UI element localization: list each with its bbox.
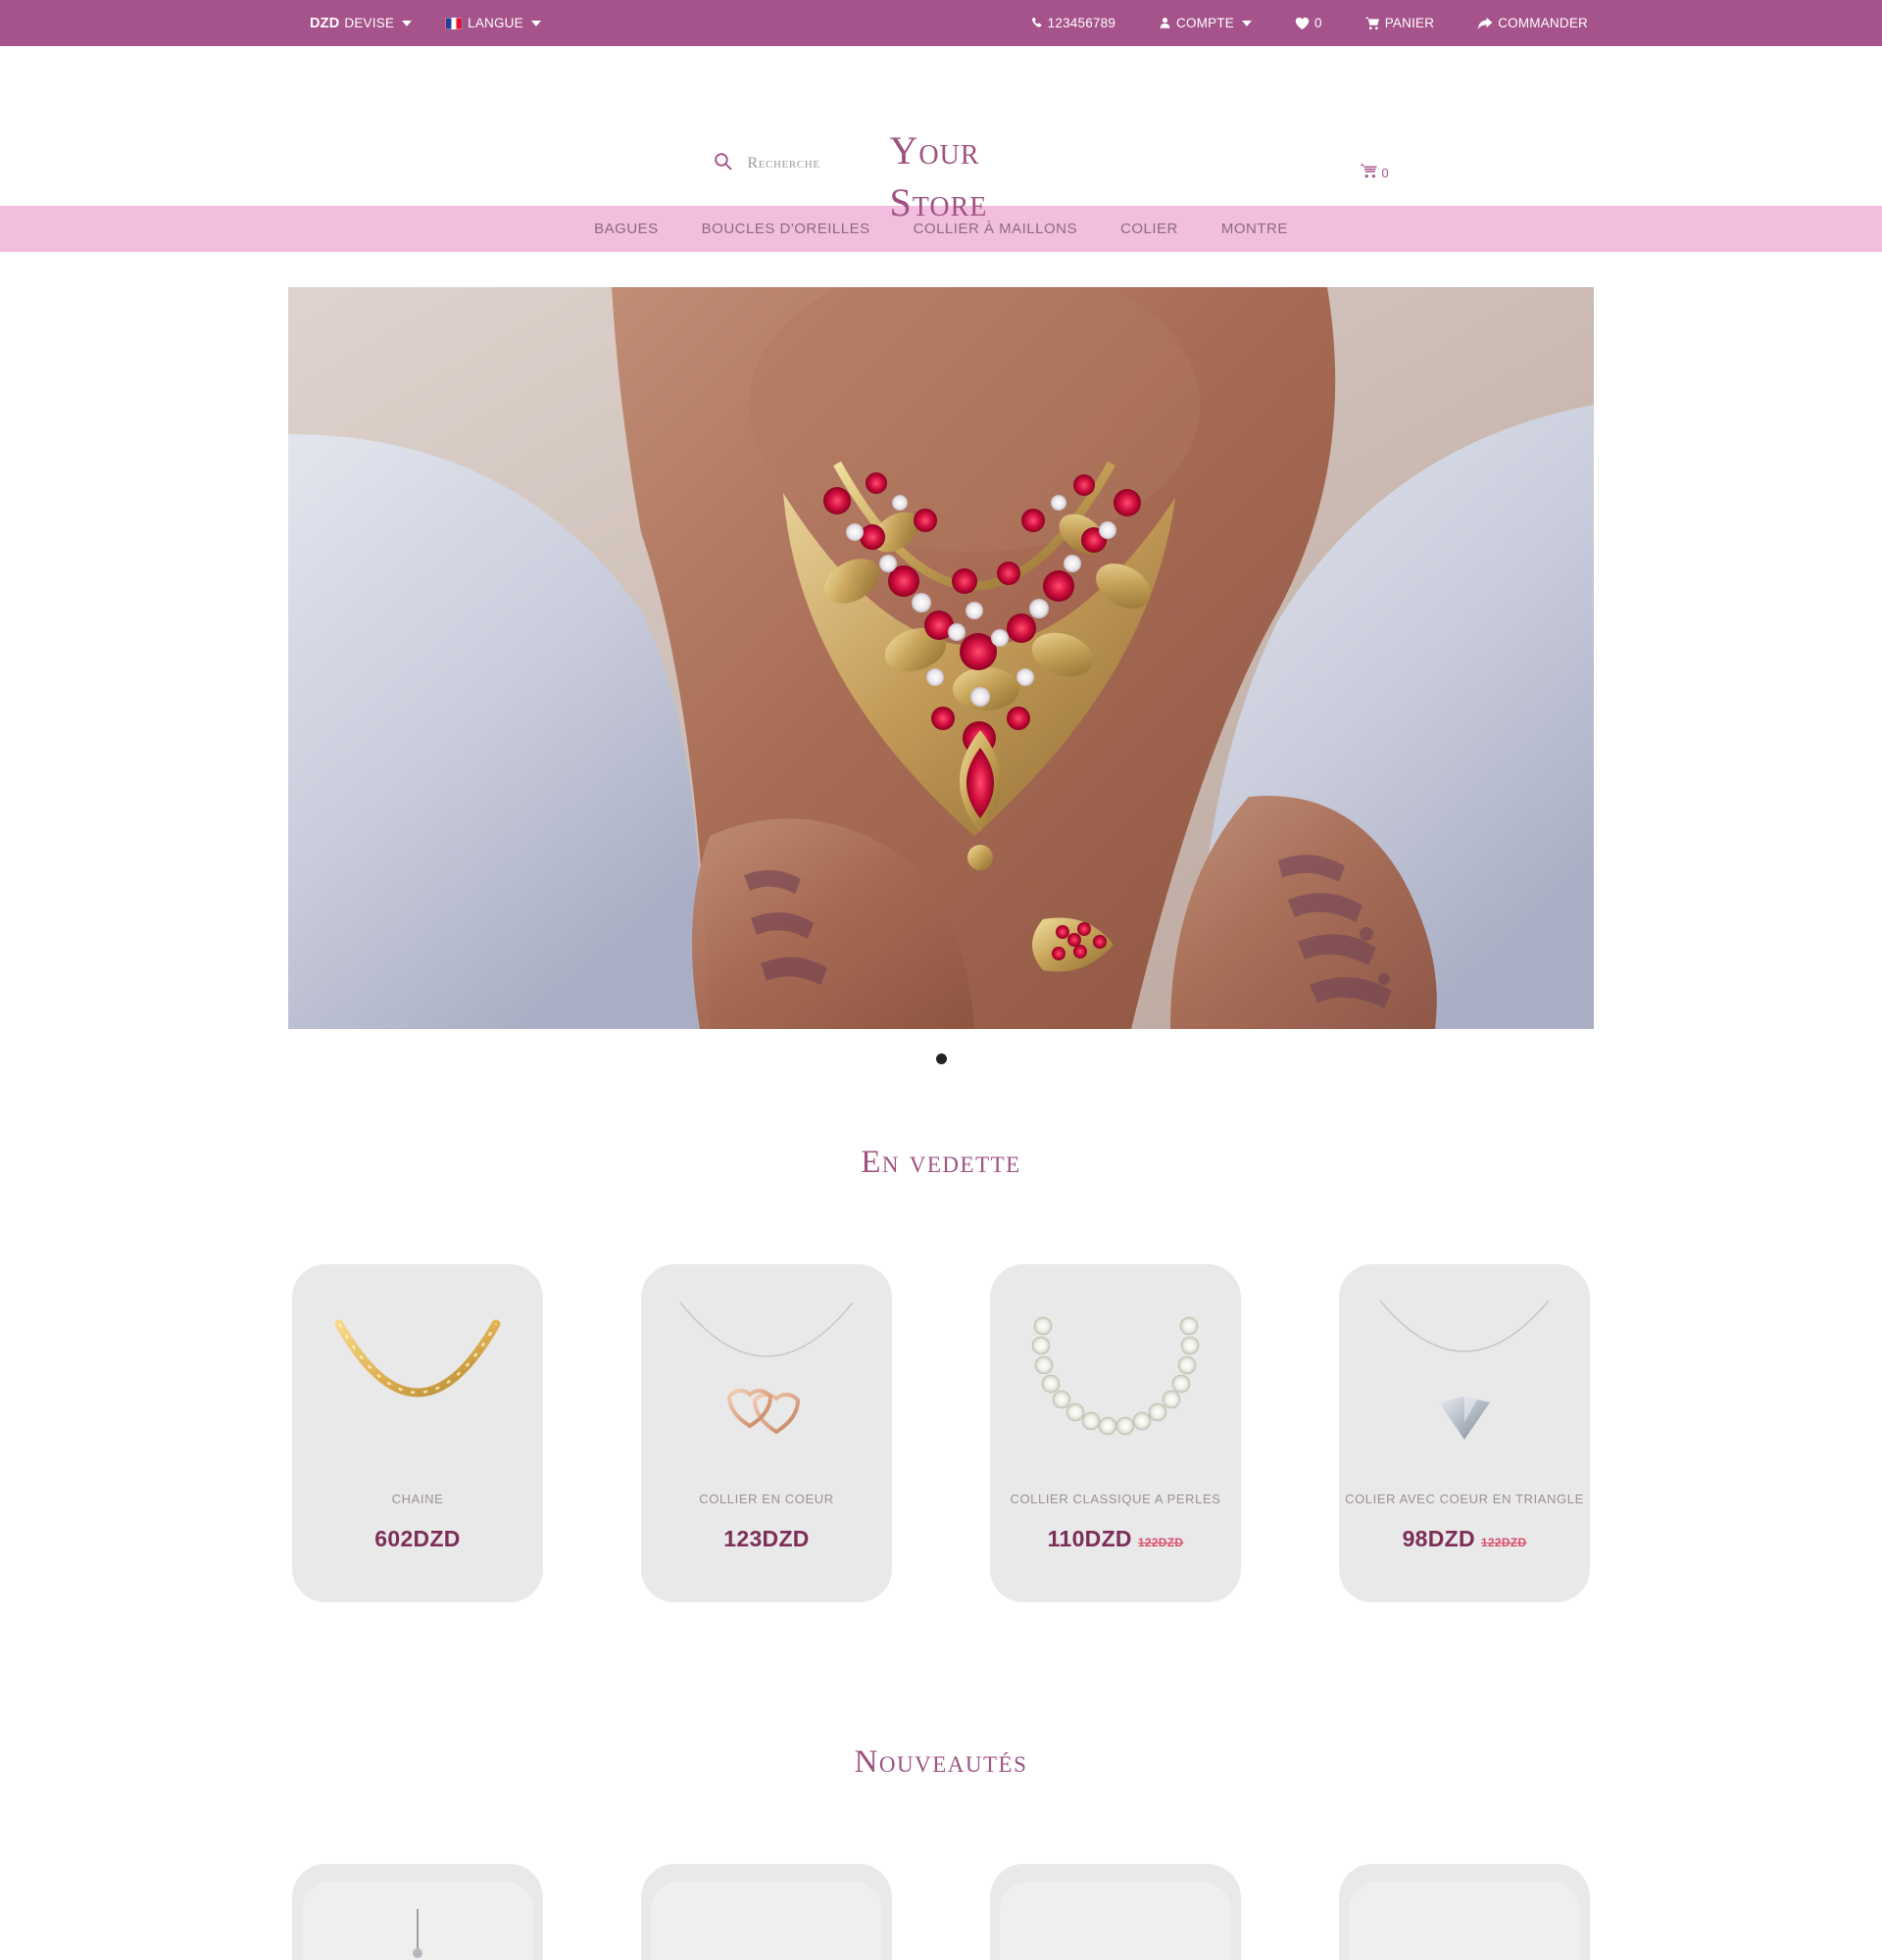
product-card[interactable]: CHAINE 602DZD <box>292 1264 543 1602</box>
logo-line-1: Your <box>889 128 980 172</box>
nav-item-montre[interactable]: MONTRE <box>1200 220 1310 237</box>
cart-link[interactable]: PANIER <box>1365 16 1434 30</box>
nav-item-colier[interactable]: COLIER <box>1099 220 1200 237</box>
product-card[interactable]: COLIER AVEC COEUR EN TRIANGLE 98DZD 122D… <box>1339 1264 1590 1602</box>
search-input[interactable] <box>747 155 826 172</box>
product-name: COLLIER CLASSIQUE A PERLES <box>1010 1492 1221 1506</box>
wishlist-count: 0 <box>1314 16 1322 30</box>
hero-carousel-section <box>0 252 1882 1064</box>
product-name: CHAINE <box>391 1492 444 1506</box>
account-menu[interactable]: COMPTE <box>1159 16 1252 30</box>
chevron-down-icon <box>530 20 541 26</box>
currency-label: DEVISE <box>344 16 395 30</box>
header-cart-count: 0 <box>1381 165 1389 180</box>
france-flag-icon <box>445 17 464 29</box>
hero-slide[interactable] <box>288 287 1594 1029</box>
topbar-right-group: 123456789 COMPTE 0 PANIER COMMANDER <box>1030 16 1588 30</box>
pearl-necklace-image <box>990 1264 1241 1492</box>
nav-item-bagues[interactable]: BAGUES <box>572 220 680 237</box>
silver-triangle-heart-necklace-image <box>1339 1264 1590 1492</box>
featured-product-grid: CHAINE 602DZD COLLIER EN COEUR 123DZD CO… <box>0 1264 1882 1602</box>
top-utility-bar: DZD DEVISE LANGUE 123456789 COMPTE 0 PAN… <box>0 0 1882 46</box>
cart-label: PANIER <box>1384 16 1435 30</box>
product-price: 123DZD <box>723 1526 810 1551</box>
cart-icon <box>1365 17 1380 30</box>
phone-link[interactable]: 123456789 <box>1030 16 1115 30</box>
currency-code: DZD <box>310 15 340 31</box>
header-cart-button[interactable]: 0 <box>1360 164 1389 181</box>
product-old-price: 122DZD <box>1480 1536 1527 1549</box>
product-card[interactable] <box>990 1864 1241 1960</box>
carousel-dot-1[interactable] <box>935 1054 947 1064</box>
chevron-down-icon <box>1242 20 1252 26</box>
card-surface <box>1349 1882 1580 1960</box>
product-price-group: 110DZD 122DZD <box>1048 1526 1184 1552</box>
checkout-label: COMMANDER <box>1498 16 1588 30</box>
chevron-down-icon <box>402 20 413 26</box>
rose-gold-double-heart-necklace-image <box>641 1264 892 1492</box>
product-price: 602DZD <box>374 1526 461 1551</box>
share-arrow-icon <box>1477 17 1493 30</box>
heart-icon <box>1295 17 1310 30</box>
product-name: COLIER AVEC COEUR EN TRIANGLE <box>1345 1492 1584 1506</box>
phone-number: 123456789 <box>1047 16 1116 30</box>
product-card[interactable] <box>292 1864 543 1960</box>
featured-section-title: En vedette <box>861 1145 1021 1180</box>
account-label: COMPTE <box>1176 16 1234 30</box>
product-old-price: 122DZD <box>1137 1536 1184 1549</box>
search-icon <box>714 152 732 175</box>
phone-icon <box>1030 17 1043 29</box>
checkout-link[interactable]: COMMANDER <box>1477 16 1588 30</box>
product-card[interactable]: COLLIER EN COEUR 123DZD <box>641 1264 892 1602</box>
product-card[interactable] <box>641 1864 892 1960</box>
featured-section: En vedette CHAINE 602DZD COLLIER EN COEU… <box>0 1145 1882 1602</box>
language-selector[interactable]: LANGUE <box>445 16 541 30</box>
card-surface <box>1000 1882 1231 1960</box>
product-card[interactable] <box>1339 1864 1590 1960</box>
product-price: 98DZD <box>1402 1526 1475 1551</box>
wishlist-link[interactable]: 0 <box>1295 16 1322 30</box>
user-icon <box>1159 17 1171 29</box>
header-inner: Your Store 0 <box>282 46 1601 224</box>
card-surface <box>651 1882 882 1960</box>
hero-image <box>288 287 1594 1029</box>
product-name: COLLIER EN COEUR <box>699 1492 834 1506</box>
site-header: Your Store 0 <box>0 46 1882 224</box>
nav-item-boucles-doreilles[interactable]: BOUCLES D'OREILLES <box>680 220 892 237</box>
product-price-group: 98DZD 122DZD <box>1403 1526 1527 1552</box>
new-arrivals-section: Nouveautés <box>0 1744 1882 1960</box>
language-label: LANGUE <box>468 16 523 30</box>
logo-line-2: Store <box>889 180 988 224</box>
product-price: 110DZD <box>1047 1526 1132 1551</box>
cart-icon <box>1360 164 1378 181</box>
topbar-left-group: DZD DEVISE LANGUE <box>310 16 541 31</box>
gold-chain-necklace-image <box>292 1264 543 1492</box>
new-arrivals-product-grid <box>0 1864 1882 1960</box>
necklace-thumb-icon <box>413 1909 422 1958</box>
product-price-group: 123DZD <box>723 1526 809 1552</box>
carousel-pagination <box>935 1054 947 1064</box>
search-box[interactable] <box>714 152 826 175</box>
product-price-group: 602DZD <box>374 1526 460 1552</box>
site-logo[interactable]: Your Store <box>890 124 1076 228</box>
product-card[interactable]: COLLIER CLASSIQUE A PERLES 110DZD 122DZD <box>990 1264 1241 1602</box>
new-arrivals-section-title: Nouveautés <box>854 1744 1028 1780</box>
currency-selector[interactable]: DZD DEVISE <box>310 15 413 31</box>
